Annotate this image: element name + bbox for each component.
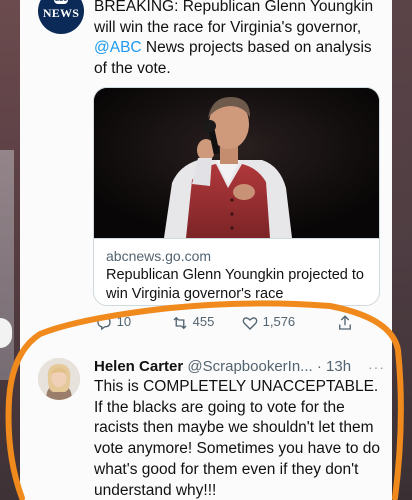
share-icon — [339, 314, 351, 330]
top-tweet-text-prefix: BREAKING: Republican Glenn Youngkin will… — [94, 0, 374, 36]
retweet-count: 455 — [192, 314, 215, 329]
reply-count: 10 — [116, 314, 132, 329]
helen-carter-avatar[interactable] — [38, 358, 80, 400]
reply-author-handle[interactable]: @ScrapbookerIn... — [187, 358, 312, 375]
like-icon — [242, 316, 258, 330]
reply-time[interactable]: · 13h — [317, 358, 351, 375]
profile-photo — [38, 358, 80, 400]
abc-logo-news: NEWS — [42, 6, 80, 20]
abc-mention-link[interactable]: @ABC — [94, 39, 142, 56]
speaker-photo — [94, 88, 379, 238]
reply-action[interactable]: 10 — [95, 312, 131, 332]
tweet-actions: 10 455 1,576 — [93, 312, 373, 332]
abc-logo-mini: abc — [54, 0, 68, 4]
link-domain: abcnews.go.com — [106, 248, 212, 264]
more-icon[interactable]: ··· — [368, 358, 385, 376]
like-action[interactable]: 1,576 — [241, 312, 295, 332]
link-preview-info: abcnews.go.com Republican Glenn Youngkin… — [94, 238, 379, 305]
background-right — [390, 0, 412, 500]
link-preview-card[interactable]: abcnews.go.com Republican Glenn Youngkin… — [93, 87, 380, 306]
retweet-action[interactable]: 455 — [171, 312, 214, 332]
share-action[interactable] — [336, 312, 354, 332]
link-title: Republican Glenn Youngkin projected to w… — [106, 267, 364, 302]
reply-header: Helen Carter @ScrapbookerIn... · 13h ··· — [94, 358, 389, 376]
retweet-icon — [173, 316, 187, 329]
reply-author-name[interactable]: Helen Carter — [94, 358, 183, 375]
like-count: 1,576 — [262, 314, 296, 329]
abc-news-avatar[interactable]: abc NEWS — [38, 0, 84, 34]
reply-text: This is COMPLETELY UNACCEPTABLE. If the … — [94, 378, 381, 499]
reply-icon — [97, 315, 111, 330]
top-tweet-text: BREAKING: Republican Glenn Youngkin will… — [94, 0, 386, 79]
link-preview-image — [94, 88, 379, 238]
tweet-thread: abc NEWS BREAKING: Republican Glenn Youn… — [20, 0, 392, 500]
